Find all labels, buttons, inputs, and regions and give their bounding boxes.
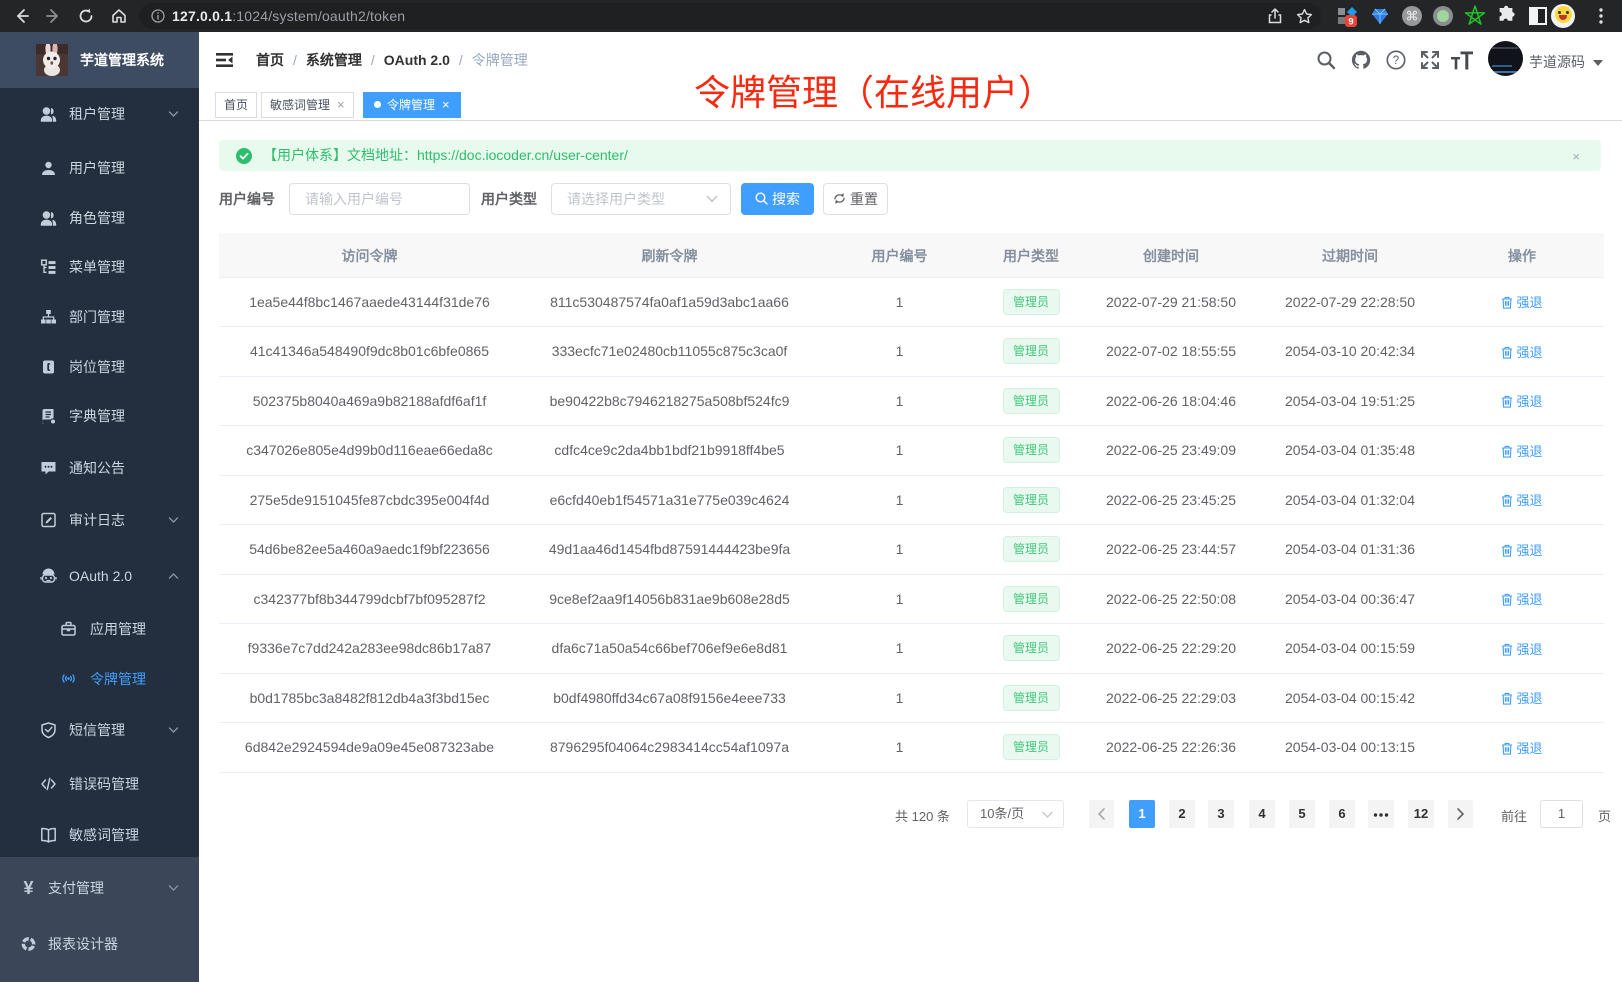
svg-text:9: 9 <box>1348 17 1353 28</box>
svg-text:?: ? <box>1393 55 1399 67</box>
svg-text:⌘: ⌘ <box>1406 9 1419 24</box>
svg-text:¥: ¥ <box>23 880 33 897</box>
